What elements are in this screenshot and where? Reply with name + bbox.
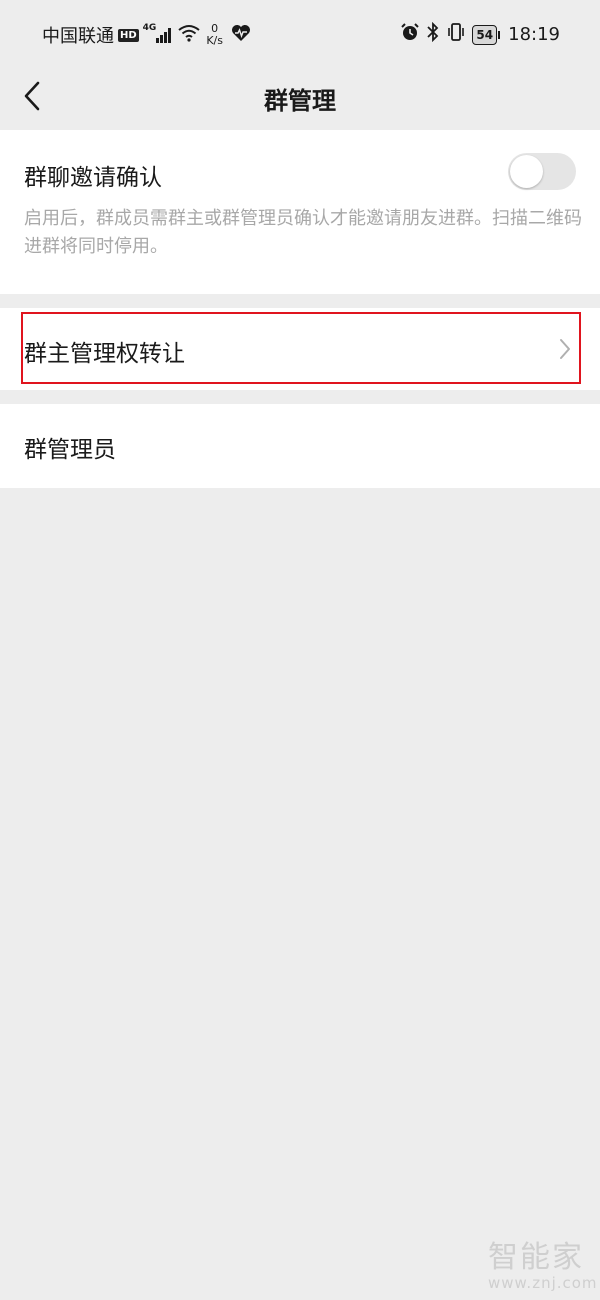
group-admins-label: 群管理员	[24, 437, 116, 463]
group-admins-row[interactable]: 群管理员	[0, 404, 600, 488]
network-speed: 0 K/s	[206, 23, 223, 47]
owner-transfer-label: 群主管理权转让	[24, 341, 185, 367]
hd-badge: HD	[118, 28, 139, 42]
watermark-url: www.znj.com	[488, 1274, 598, 1292]
page-title: 群管理	[264, 87, 336, 115]
invite-confirm-label: 群聊邀请确认	[24, 165, 162, 191]
invite-confirm-toggle[interactable]	[508, 153, 576, 190]
chevron-right-icon	[558, 337, 572, 365]
invite-confirm-description: 启用后，群成员需群主或群管理员确认才能邀请朋友进群。扫描二维码进群将同时停用。	[24, 208, 582, 257]
nav-bar: 群管理	[0, 68, 600, 128]
speed-unit: K/s	[206, 34, 223, 47]
toggle-knob	[510, 155, 543, 188]
network-type: 4G	[142, 23, 157, 33]
signal-icon	[156, 27, 172, 43]
wifi-icon	[178, 24, 200, 47]
bluetooth-icon	[426, 21, 446, 47]
status-bar: 中国联通 HD 4G 0 K/s 54 18:19	[0, 0, 600, 68]
invite-confirm-card: 群聊邀请确认 启用后，群成员需群主或群管理员确认才能邀请朋友进群。扫描二维码进群…	[0, 130, 600, 294]
carrier-name: 中国联通	[42, 26, 114, 47]
vibrate-icon	[446, 22, 472, 47]
battery-icon: 54	[472, 24, 498, 45]
owner-transfer-row[interactable]: 群主管理权转让	[0, 308, 600, 390]
status-bar-left: 中国联通 HD 4G 0 K/s	[42, 22, 251, 48]
health-heart-icon	[231, 24, 251, 47]
alarm-icon	[400, 22, 426, 47]
status-bar-right: 54 18:19	[400, 21, 560, 47]
watermark-logo: 智能家	[488, 1240, 584, 1275]
battery-tip	[498, 30, 501, 39]
watermark: 智能家 www.znj.com	[488, 1232, 598, 1292]
clock-time: 18:19	[508, 24, 560, 45]
battery-level: 54	[476, 27, 494, 42]
